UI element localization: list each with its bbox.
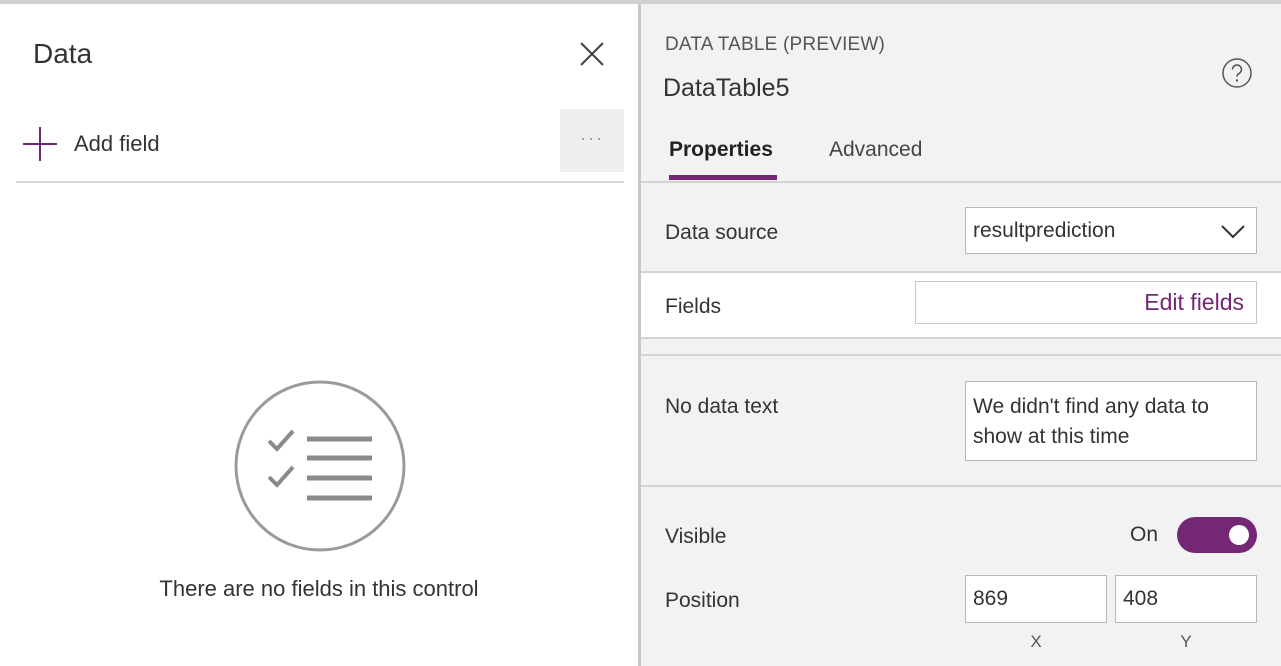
active-tab-indicator bbox=[669, 175, 777, 180]
visible-toggle[interactable] bbox=[1177, 517, 1257, 553]
plus-icon bbox=[23, 127, 57, 161]
toggle-knob bbox=[1229, 525, 1249, 545]
position-x-input[interactable] bbox=[965, 575, 1107, 623]
divider bbox=[16, 181, 624, 183]
data-source-label: Data source bbox=[665, 221, 779, 244]
control-name[interactable]: DataTable5 bbox=[663, 74, 789, 103]
position-y-label: Y bbox=[1180, 632, 1192, 651]
divider bbox=[641, 181, 1281, 183]
data-panel: Data Add field ··· There are no fields i… bbox=[0, 4, 638, 666]
help-icon bbox=[1222, 58, 1252, 88]
divider bbox=[641, 485, 1281, 487]
close-icon bbox=[580, 42, 604, 66]
panel-title: Data bbox=[33, 38, 93, 69]
divider bbox=[641, 354, 1281, 356]
help-button[interactable] bbox=[1221, 57, 1253, 89]
properties-panel: DATA TABLE (PREVIEW) DataTable5 Properti… bbox=[641, 4, 1281, 666]
more-icon: ··· bbox=[580, 127, 604, 148]
no-data-text-input[interactable]: We didn't find any data to show at this … bbox=[965, 381, 1257, 461]
data-source-dropdown[interactable]: resultprediction bbox=[965, 207, 1257, 254]
fields-label: Fields bbox=[665, 295, 722, 318]
position-y-input[interactable] bbox=[1115, 575, 1257, 623]
visible-state: On bbox=[1130, 523, 1159, 546]
tab-properties[interactable]: Properties bbox=[669, 138, 773, 162]
visible-label: Visible bbox=[665, 525, 727, 548]
add-field-button[interactable]: Add field bbox=[22, 122, 160, 166]
tab-bar: Properties Advanced bbox=[641, 134, 1281, 182]
chevron-down-icon bbox=[1221, 225, 1245, 239]
empty-state-illustration bbox=[232, 378, 408, 554]
control-type-label: DATA TABLE (PREVIEW) bbox=[665, 34, 886, 55]
checklist-icon bbox=[234, 380, 406, 552]
no-data-text-label: No data text bbox=[665, 395, 779, 418]
tab-advanced[interactable]: Advanced bbox=[829, 138, 922, 162]
add-field-label: Add field bbox=[74, 131, 160, 156]
edit-fields-button[interactable]: Edit fields bbox=[915, 281, 1257, 324]
empty-state-message: There are no fields in this control bbox=[159, 576, 479, 601]
position-x-label: X bbox=[1030, 632, 1042, 651]
position-label: Position bbox=[665, 589, 740, 612]
divider bbox=[641, 337, 1281, 339]
more-options-button[interactable]: ··· bbox=[560, 109, 624, 172]
close-button[interactable] bbox=[574, 36, 610, 72]
data-source-value: resultprediction bbox=[973, 219, 1116, 242]
edit-fields-label: Edit fields bbox=[1144, 289, 1244, 315]
